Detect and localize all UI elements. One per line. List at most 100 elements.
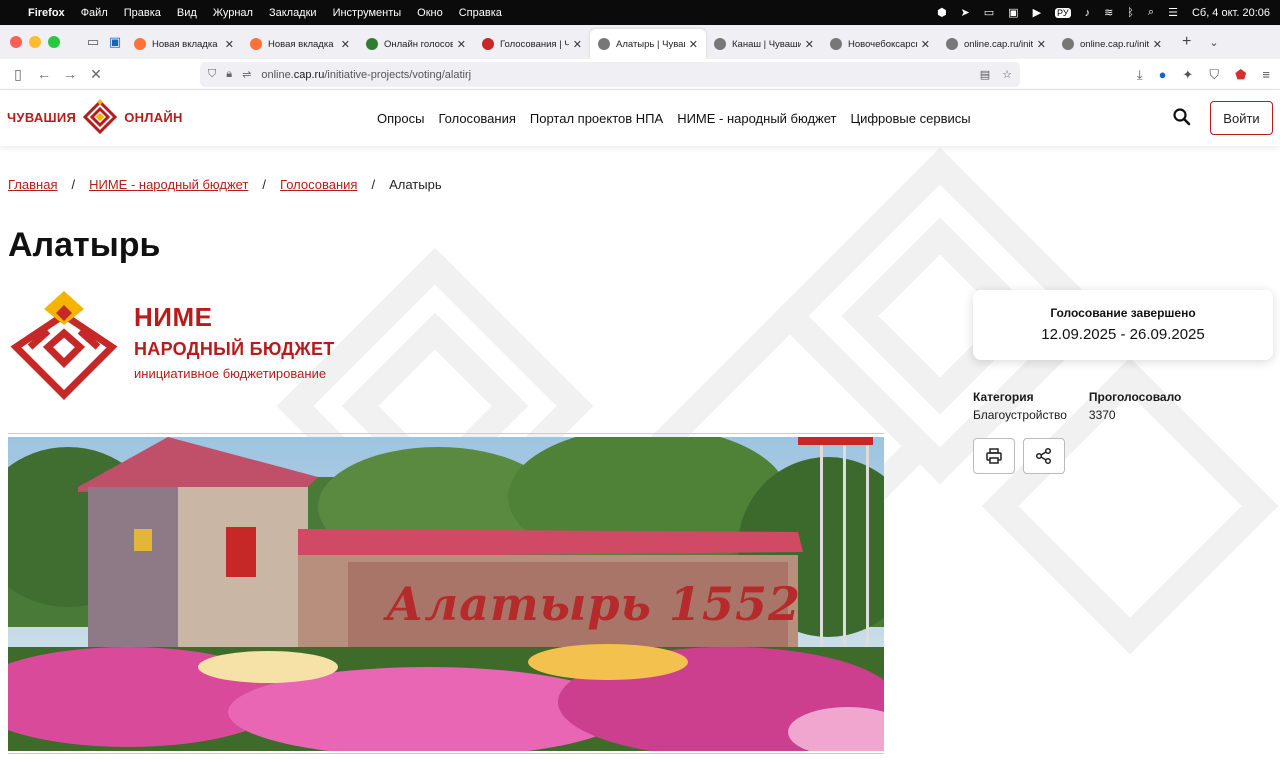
tab-favicon-icon xyxy=(946,38,958,50)
status-app-icon[interactable]: ⬢ xyxy=(937,6,947,19)
menu-help[interactable]: Справка xyxy=(459,7,502,19)
menu-tools[interactable]: Инструменты xyxy=(333,7,402,19)
print-button[interactable] xyxy=(973,438,1015,474)
nime-caption: инициативное бюджетирование xyxy=(134,366,327,381)
nime-logo-text: НИМЕ НАРОДНЫЙ БЮДЖЕТ инициативное бюджет… xyxy=(134,302,335,381)
nime-subtitle: НАРОДНЫЙ БЮДЖЕТ xyxy=(134,339,335,359)
browser-tab[interactable]: Новочебоксарск | ✕ xyxy=(822,29,938,59)
site-logo[interactable]: ЧУВАШИЯ ОНЛАЙН xyxy=(7,99,183,135)
nav-digital-services[interactable]: Цифровые сервисы xyxy=(850,111,970,126)
divider xyxy=(8,753,884,754)
extensions-icon[interactable]: ✦ xyxy=(1182,67,1193,83)
browser-tab[interactable]: online.cap.ru/initia ✕ xyxy=(938,29,1054,59)
close-tab-icon[interactable]: ✕ xyxy=(1037,38,1046,51)
category-block: Категория Благоустройство xyxy=(973,390,1067,422)
menu-window[interactable]: Окно xyxy=(417,7,443,19)
close-tab-icon[interactable]: ✕ xyxy=(805,38,814,51)
close-tab-icon[interactable]: ✕ xyxy=(921,38,930,51)
share-icon xyxy=(1035,447,1052,465)
pinned-tab-icon[interactable]: ▣ xyxy=(104,34,126,50)
downloads-icon[interactable]: ⤓ xyxy=(1137,67,1143,83)
menu-view[interactable]: Вид xyxy=(177,7,197,19)
menu-history[interactable]: Журнал xyxy=(213,7,253,19)
window-controls xyxy=(10,36,60,48)
tab-favicon-icon xyxy=(1062,38,1074,50)
search-icon[interactable] xyxy=(1172,107,1192,127)
reader-view-icon[interactable]: ▤ xyxy=(980,68,990,81)
volume-icon[interactable]: ♪ xyxy=(1085,7,1091,19)
breadcrumb-nime[interactable]: НИМЕ - народный бюджет xyxy=(89,177,248,192)
menu-bookmarks[interactable]: Закладки xyxy=(269,7,317,19)
site-header: ЧУВАШИЯ ОНЛАЙН Опросы Голосования Портал… xyxy=(0,90,1280,146)
voting-dates: 12.09.2025 - 26.09.2025 xyxy=(1041,326,1205,343)
browser-tab[interactable]: Новая вкладка ✕ xyxy=(126,29,242,59)
display-icon[interactable]: ▣ xyxy=(1008,6,1018,19)
tab-favicon-icon xyxy=(830,38,842,50)
menu-file[interactable]: Файл xyxy=(81,7,108,19)
clock[interactable]: Сб, 4 окт. 20:06 xyxy=(1192,7,1270,19)
back-button[interactable]: ← xyxy=(31,66,57,82)
bookmark-star-icon[interactable]: ☆ xyxy=(1002,68,1012,81)
nime-title: НИМЕ xyxy=(134,302,213,332)
adblock-extension-icon[interactable]: ⬟ xyxy=(1235,67,1246,83)
browser-tab[interactable]: Канаш | Чувашия ✕ xyxy=(706,29,822,59)
login-button[interactable]: Войти xyxy=(1210,101,1273,135)
battery-icon[interactable]: ▭ xyxy=(984,6,994,19)
sidebar-toggle-icon[interactable]: ▯ xyxy=(5,66,31,83)
tab-manager-icon[interactable]: ▭ xyxy=(82,34,104,50)
play-icon[interactable]: ▶ xyxy=(1033,6,1041,19)
tab-favicon-icon xyxy=(598,38,610,50)
telegram-icon[interactable]: ➤ xyxy=(961,6,970,19)
browser-tab[interactable]: online.cap.ru/initia ✕ xyxy=(1054,29,1170,59)
site-permissions-icon[interactable]: ⇌ xyxy=(242,68,251,81)
control-center-icon[interactable]: ☰ xyxy=(1168,6,1178,19)
close-tab-icon[interactable]: ✕ xyxy=(225,38,234,51)
tab-favicon-icon xyxy=(714,38,726,50)
list-all-tabs-chevron-icon[interactable]: ⌄ xyxy=(1209,36,1218,49)
chuvash-ornament-logo-icon xyxy=(83,99,118,135)
close-tab-icon[interactable]: ✕ xyxy=(573,38,582,51)
printer-icon xyxy=(986,448,1002,464)
menu-edit[interactable]: Правка xyxy=(124,7,161,19)
lock-icon[interactable]: 🔒︎ xyxy=(226,68,232,81)
category-value: Благоустройство xyxy=(973,408,1067,422)
browser-tab[interactable]: Онлайн голосован ✕ xyxy=(358,29,474,59)
zoom-window-button[interactable] xyxy=(48,36,60,48)
breadcrumb-voting[interactable]: Голосования xyxy=(280,177,357,192)
divider xyxy=(8,433,884,434)
close-window-button[interactable] xyxy=(10,36,22,48)
votes-value: 3370 xyxy=(1088,408,1116,422)
new-tab-button[interactable]: + xyxy=(1182,33,1191,51)
browser-tab[interactable]: Новая вкладка ✕ xyxy=(242,29,358,59)
share-button[interactable] xyxy=(1023,438,1065,474)
nav-polls[interactable]: Опросы xyxy=(377,111,424,126)
address-bar[interactable]: ⛉ 🔒︎ ⇌ online.cap.ru/initiative-projects… xyxy=(200,62,1020,87)
breadcrumb-home[interactable]: Главная xyxy=(8,177,57,192)
shield-icon[interactable]: ⛉ xyxy=(208,68,216,81)
url-text[interactable]: online.cap.ru/initiative-projects/voting… xyxy=(261,69,471,81)
app-menu-firefox[interactable]: Firefox xyxy=(28,7,65,19)
breadcrumb-separator: / xyxy=(71,177,76,192)
minimize-window-button[interactable] xyxy=(29,36,41,48)
close-tab-icon[interactable]: ✕ xyxy=(1153,38,1162,51)
forward-button[interactable]: → xyxy=(57,66,83,82)
breadcrumb-separator: / xyxy=(262,177,267,192)
bluetooth-icon[interactable]: ᛒ xyxy=(1127,7,1134,19)
account-icon[interactable]: ● xyxy=(1159,67,1167,82)
browser-tab[interactable]: Голосования | Чув ✕ xyxy=(474,29,590,59)
close-tab-icon[interactable]: ✕ xyxy=(341,38,350,51)
browser-nav-toolbar: ▯ ← → ✕ ⛉ 🔒︎ ⇌ online.cap.ru/initiative-… xyxy=(0,59,1280,90)
close-tab-icon[interactable]: ✕ xyxy=(457,38,466,51)
wifi-icon[interactable]: ≋ xyxy=(1104,6,1113,19)
input-language[interactable]: РУ xyxy=(1055,7,1071,18)
app-menu-icon[interactable]: ≡ xyxy=(1262,67,1270,82)
nav-voting[interactable]: Голосования xyxy=(438,111,515,126)
nav-npa-portal[interactable]: Портал проектов НПА xyxy=(530,111,663,126)
shield-extension-icon[interactable]: ⛉ xyxy=(1209,67,1219,83)
close-tab-icon[interactable]: ✕ xyxy=(689,38,698,51)
stop-loading-button[interactable]: ✕ xyxy=(83,66,109,83)
nav-nime-budget[interactable]: НИМЕ - народный бюджет xyxy=(677,111,836,126)
photo-sign-text: Алатырь 1552 xyxy=(386,577,801,631)
browser-tab[interactable]: Алатырь | Чуваши ✕ xyxy=(590,29,706,59)
spotlight-search-icon[interactable]: ⌕ xyxy=(1148,6,1154,19)
